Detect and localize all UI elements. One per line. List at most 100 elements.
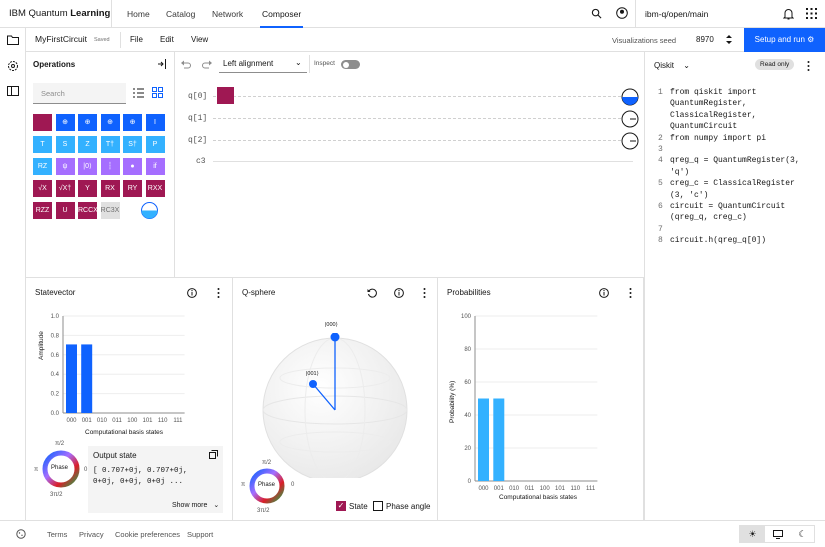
gate-1-3[interactable]: T† bbox=[100, 136, 120, 153]
bloch-q0-icon[interactable] bbox=[621, 88, 639, 106]
hadamard-gate[interactable] bbox=[217, 87, 234, 104]
info-icon[interactable] bbox=[599, 288, 609, 298]
nav-catalog[interactable]: Catalog bbox=[166, 0, 195, 28]
code-language-select[interactable]: Qiskit ⌄ bbox=[654, 61, 690, 70]
gate-2-1[interactable]: ψ bbox=[55, 158, 75, 175]
sv-ylabel-text: Amplitude bbox=[38, 331, 45, 360]
gate-1-5[interactable]: P bbox=[145, 136, 165, 153]
gate-1-1[interactable]: S bbox=[55, 136, 75, 153]
gate-4-2[interactable]: RCCX bbox=[78, 202, 98, 219]
gate-1-4[interactable]: S† bbox=[123, 136, 142, 153]
info-icon[interactable] bbox=[394, 288, 404, 298]
info-icon[interactable] bbox=[187, 288, 197, 298]
search-icon[interactable] bbox=[591, 8, 602, 19]
instance-selector[interactable]: ibm-q/open/main bbox=[645, 9, 708, 19]
menu-view[interactable]: View bbox=[191, 35, 208, 44]
gate-3-0[interactable]: √X bbox=[33, 180, 52, 197]
menu-edit[interactable]: Edit bbox=[160, 35, 174, 44]
gate-3-1[interactable]: √X† bbox=[55, 180, 75, 197]
footer-support[interactable]: Support bbox=[187, 530, 213, 539]
footer-cookie-preferences[interactable]: Cookie preferences bbox=[115, 530, 180, 539]
overflow-menu-icon[interactable] bbox=[423, 288, 426, 298]
gate-0-0[interactable] bbox=[33, 114, 52, 131]
app-switcher-icon[interactable] bbox=[806, 8, 817, 19]
settings-icon[interactable] bbox=[7, 60, 19, 72]
gate-3-3[interactable]: RX bbox=[100, 180, 120, 197]
code-editor[interactable]: 1 from qiskit import QuantumRegister, Class… bbox=[658, 87, 823, 247]
gate-0-2[interactable]: ⊕ bbox=[78, 114, 97, 131]
collapse-panel-icon[interactable] bbox=[157, 59, 167, 69]
gate-0-1[interactable]: ⊕ bbox=[55, 114, 75, 131]
notification-icon[interactable] bbox=[783, 8, 794, 20]
overflow-menu-icon[interactable] bbox=[217, 288, 220, 298]
state-checkbox[interactable]: ✓ bbox=[336, 501, 346, 511]
list-view-icon[interactable] bbox=[133, 88, 144, 98]
footer-terms[interactable]: Terms bbox=[47, 530, 67, 539]
panel-toggle-icon[interactable] bbox=[7, 86, 19, 96]
setup-run-button[interactable]: Setup and run ⚙ bbox=[744, 28, 825, 52]
gate-2-3[interactable]: ┆ bbox=[100, 158, 120, 175]
light-theme-icon[interactable]: ☀ bbox=[740, 526, 765, 542]
bloch-q1-icon[interactable] bbox=[621, 110, 639, 128]
nav-network[interactable]: Network bbox=[212, 0, 243, 28]
qubit-wire[interactable] bbox=[213, 118, 621, 119]
circuit-canvas: Left alignment ⌄ Inspect q[0] q[1] q[2] … bbox=[175, 52, 644, 277]
viz-seed-input[interactable]: 8970 bbox=[696, 35, 714, 44]
user-avatar-icon[interactable] bbox=[616, 7, 628, 19]
phase-angle-label: Phase angle bbox=[386, 502, 431, 511]
qsphere-title: Q-sphere bbox=[242, 288, 276, 297]
redo-icon[interactable] bbox=[202, 60, 212, 69]
y-tick-label: 40 bbox=[464, 413, 471, 419]
overflow-menu-icon[interactable] bbox=[629, 288, 632, 298]
gate-1-2[interactable]: Z bbox=[78, 136, 97, 153]
show-more-link[interactable]: Show more ⌄ bbox=[172, 501, 219, 509]
nav-composer[interactable]: Composer bbox=[260, 0, 304, 28]
menu-file[interactable]: File bbox=[130, 35, 143, 44]
gate-0-3[interactable]: ⊕ bbox=[100, 114, 120, 131]
folder-icon[interactable] bbox=[7, 35, 19, 45]
qubit-wire[interactable] bbox=[213, 96, 621, 97]
inspect-toggle[interactable] bbox=[341, 60, 360, 69]
nav-home[interactable]: Home bbox=[127, 0, 150, 28]
gate-4-0[interactable]: RZZ bbox=[33, 202, 52, 219]
gate-2-5[interactable]: if bbox=[145, 158, 165, 175]
gate-1-0[interactable]: T bbox=[33, 136, 52, 153]
copy-icon[interactable] bbox=[209, 450, 218, 459]
phase-legend: π/2 π 0 Phase 3π/2 bbox=[34, 441, 89, 511]
seed-stepper-icon[interactable] bbox=[726, 34, 732, 45]
footer-privacy[interactable]: Privacy bbox=[79, 530, 104, 539]
gate-4-1[interactable]: U bbox=[55, 202, 75, 219]
alignment-select[interactable]: Left alignment ⌄ bbox=[219, 55, 307, 73]
search-input[interactable]: Search bbox=[33, 83, 126, 104]
gate-0-5[interactable]: I bbox=[145, 114, 165, 131]
undo-icon[interactable] bbox=[181, 60, 191, 69]
gate-3-2[interactable]: Y bbox=[78, 180, 97, 197]
gate-3-5[interactable]: RXX bbox=[145, 180, 165, 197]
grid-view-icon[interactable] bbox=[152, 87, 163, 98]
phase-center-label: Phase bbox=[51, 465, 69, 471]
operations-title: Operations bbox=[33, 60, 76, 69]
gate-2-4[interactable]: ● bbox=[123, 158, 142, 175]
code-line: QuantumCircuit bbox=[658, 121, 823, 132]
circuit-name[interactable]: MyFirstCircuit bbox=[35, 34, 87, 44]
brand-prefix: IBM Quantum bbox=[9, 8, 68, 19]
setup-run-label: Setup and run bbox=[754, 35, 805, 44]
classical-wire[interactable] bbox=[213, 161, 633, 162]
gate-4-3[interactable]: RC3X bbox=[100, 202, 120, 219]
brand-logo[interactable]: IBM Quantum Learning bbox=[9, 8, 110, 19]
phase-angle-checkbox[interactable] bbox=[373, 501, 383, 511]
cookie-icon[interactable] bbox=[16, 529, 26, 539]
dark-theme-icon[interactable]: ☾ bbox=[790, 526, 815, 542]
gate-3-4[interactable]: RY bbox=[123, 180, 142, 197]
gate-0-4[interactable]: ⊕ bbox=[123, 114, 142, 131]
bloch-q2-icon[interactable] bbox=[621, 132, 639, 150]
gate-2-0[interactable]: RZ bbox=[33, 158, 52, 175]
more-options-icon[interactable] bbox=[807, 61, 810, 71]
system-theme-icon[interactable] bbox=[765, 526, 790, 542]
code-line: 5 creg_c = ClassicalRegister bbox=[658, 178, 823, 189]
reset-view-icon[interactable] bbox=[367, 288, 377, 298]
phase-left-label: π bbox=[34, 467, 39, 473]
gate-2-2[interactable]: |0⟩ bbox=[78, 158, 97, 175]
qubit-wire[interactable] bbox=[213, 140, 621, 141]
measure-gate-icon[interactable] bbox=[140, 202, 159, 219]
